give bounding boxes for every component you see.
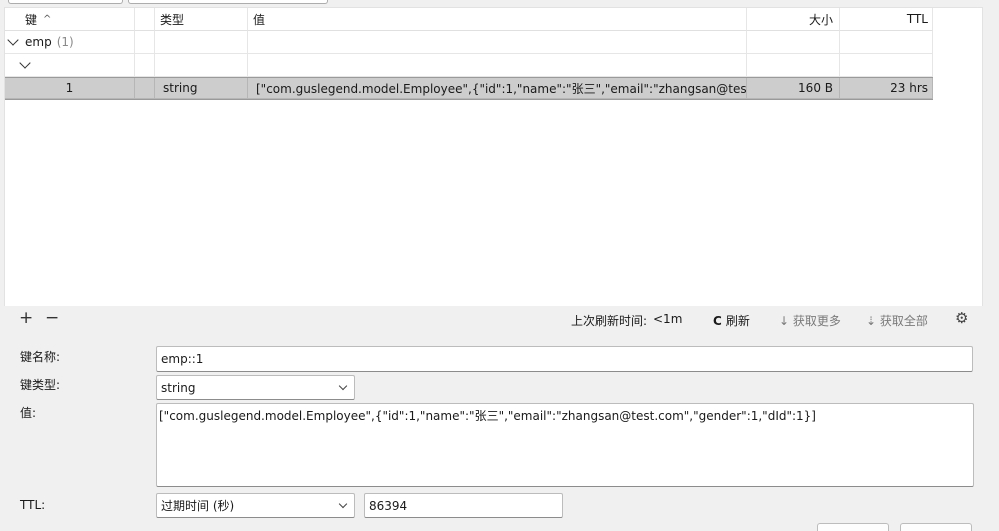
ttl-mode-select[interactable]: 过期时间 (秒): [156, 493, 355, 518]
column-header-key[interactable]: 键 ^: [5, 8, 135, 31]
value-label: 值:: [20, 406, 37, 420]
table-row[interactable]: 1 string ["com.guslegend.model.Employee"…: [5, 77, 933, 100]
sort-ascending-icon: ^: [43, 13, 52, 25]
row-value: ["com.guslegend.model.Employee",{"id":1,…: [256, 81, 747, 96]
group-count: (1): [56, 35, 74, 49]
ttl-value-input[interactable]: 86394: [364, 493, 563, 518]
gear-icon[interactable]: ⚙: [955, 309, 968, 327]
refresh-button[interactable]: C 刷新: [713, 312, 750, 329]
key-type-label: 键类型:: [20, 378, 61, 392]
column-header-value-label: 值: [253, 12, 266, 27]
chevron-down-icon: [338, 381, 348, 390]
table-header: 键 ^ 类型 值 大小 TTL: [5, 8, 933, 31]
footer-button-right[interactable]: [900, 523, 972, 531]
fetch-all-label: 获取全部: [879, 314, 928, 328]
last-refresh-label: 上次刷新时间:: [571, 314, 648, 328]
fetch-all-button[interactable]: ⇣ 获取全部: [866, 312, 928, 329]
tree-group-emp[interactable]: emp (1): [5, 31, 933, 54]
arrow-down-icon: ↓: [779, 314, 790, 328]
key-name-label: 键名称:: [20, 350, 61, 364]
ttl-label: TTL:: [20, 498, 46, 512]
add-key-button[interactable]: +: [19, 308, 33, 328]
key-type-select[interactable]: string: [156, 375, 355, 400]
ttl-mode-value: 过期时间 (秒): [161, 499, 235, 513]
value-text: ["com.guslegend.model.Employee",{"id":1,…: [159, 409, 816, 423]
value-textarea[interactable]: ["com.guslegend.model.Employee",{"id":1,…: [156, 403, 974, 487]
fetch-more-button[interactable]: ↓ 获取更多: [779, 312, 841, 329]
column-header-size-label: 大小: [808, 12, 833, 27]
footer-button-left[interactable]: [817, 523, 889, 531]
key-type-value: string: [161, 380, 196, 395]
tree-subgroup[interactable]: [5, 54, 933, 77]
row-key: 1: [65, 81, 74, 95]
download-icon: ⇣: [866, 314, 877, 328]
column-header-value[interactable]: 值: [248, 8, 747, 31]
ttl-value: 86394: [369, 498, 408, 513]
key-detail-panel: 键名称: emp::1 键类型: string 值: ["com.guslege…: [0, 332, 999, 528]
chevron-down-icon: [338, 499, 348, 508]
row-ttl: 23 hrs: [890, 81, 928, 95]
key-name-field[interactable]: emp::1: [156, 346, 973, 372]
refresh-label: 刷新: [725, 314, 750, 328]
key-tree-table: 键 ^ 类型 值 大小 TTL emp (1) 1 string ["com.g…: [4, 7, 983, 306]
fetch-more-label: 获取更多: [792, 314, 841, 328]
column-header-key-label: 键: [25, 12, 38, 27]
top-combo-left[interactable]: [8, 0, 123, 4]
chevron-down-icon[interactable]: [19, 57, 31, 69]
refresh-icon: C: [713, 314, 722, 328]
remove-key-button[interactable]: −: [45, 308, 59, 328]
row-type: string: [163, 81, 198, 95]
column-header-type-label: 类型: [160, 12, 185, 27]
top-combo-right[interactable]: [128, 0, 328, 4]
key-name-value: emp::1: [161, 352, 204, 366]
last-refresh-value: <1m: [653, 312, 683, 326]
row-size: 160 B: [798, 81, 833, 95]
group-name: emp: [25, 35, 52, 49]
column-header-ttl-label: TTL: [906, 12, 928, 26]
column-header-type[interactable]: 类型: [155, 8, 248, 31]
column-header-size[interactable]: 大小: [747, 8, 840, 31]
column-header-blank: [135, 8, 155, 31]
chevron-down-icon[interactable]: [7, 34, 19, 46]
top-controls: [0, 0, 999, 5]
tree-toolbar: + − 上次刷新时间: <1m C 刷新 ↓ 获取更多 ⇣ 获取全部 ⚙: [4, 306, 983, 332]
column-header-ttl[interactable]: TTL: [840, 8, 933, 31]
